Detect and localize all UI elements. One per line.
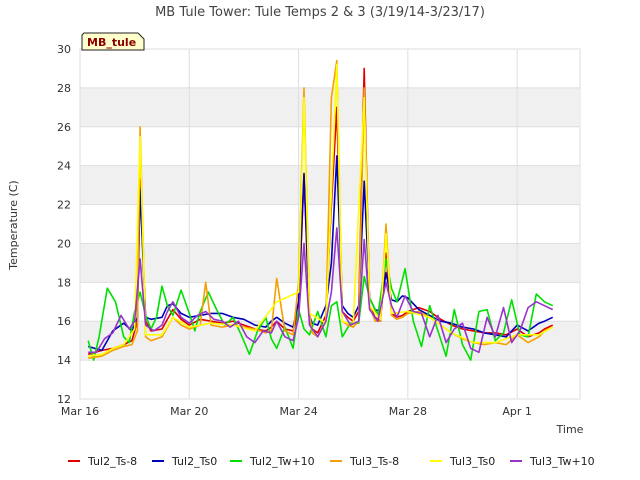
- legend: Tul2_Ts-8 Tul2_Ts0 Tul2_Tw+10 Tul3_Ts-8 Tul3…: [68, 455, 595, 468]
- legend-label: Tul3_Tw+10: [529, 455, 595, 468]
- chart-canvas: MB Tule Tower: Tule Temps 2 & 3 (3/19/14…: [7, 5, 595, 468]
- x-tick-label: Mar 24: [279, 405, 317, 418]
- x-tick-labels: Mar 16 Mar 20 Mar 24 Mar 28 Apr 1: [61, 405, 532, 418]
- x-tick-label: Mar 16: [61, 405, 99, 418]
- y-tick-label: 16: [57, 315, 71, 328]
- y-tick-label: 24: [57, 160, 71, 173]
- legend-label: Tul2_Tw+10: [249, 455, 315, 468]
- x-axis-label: Time: [556, 423, 584, 436]
- legend-label: Tul3_Ts0: [449, 455, 495, 468]
- y-tick-label: 22: [57, 199, 71, 212]
- y-tick-labels: 12141618202224262830: [57, 43, 71, 406]
- legend-label: Tul2_Ts0: [171, 455, 217, 468]
- y-tick-label: 18: [57, 276, 71, 289]
- y-tick-label: 14: [57, 354, 71, 367]
- badge-label: MB_tule: [87, 36, 136, 49]
- chart-title: MB Tule Tower: Tule Temps 2 & 3 (3/19/14…: [155, 5, 485, 20]
- y-tick-label: 28: [57, 82, 71, 95]
- x-tick-label: Mar 28: [389, 405, 427, 418]
- y-tick-label: 20: [57, 237, 71, 250]
- site-badge: MB_tule: [81, 32, 145, 51]
- legend-label: Tul3_Ts-8: [349, 455, 399, 468]
- y-axis-label: Temperature (C): [7, 180, 20, 270]
- x-tick-label: Mar 20: [170, 405, 208, 418]
- y-tick-label: 30: [57, 43, 71, 56]
- legend-label: Tul2_Ts-8: [87, 455, 137, 468]
- y-tick-label: 26: [57, 121, 71, 134]
- x-tick-label: Apr 1: [502, 405, 532, 418]
- grid-band: [80, 87, 580, 127]
